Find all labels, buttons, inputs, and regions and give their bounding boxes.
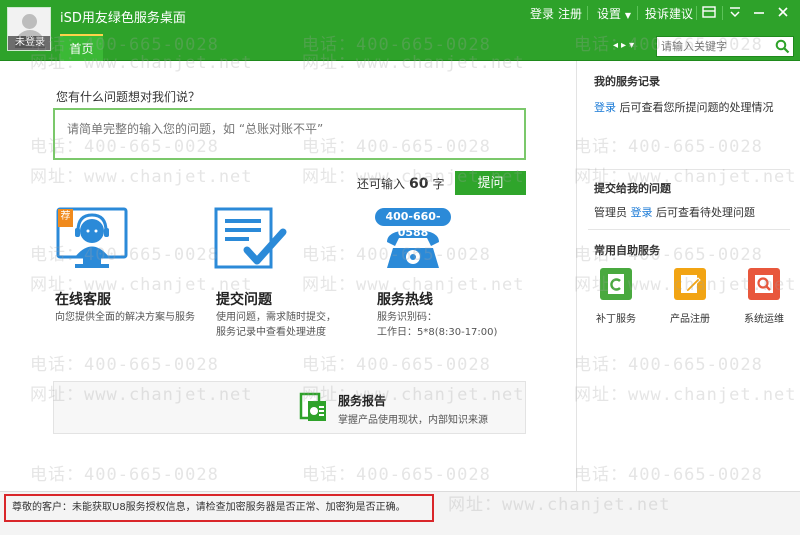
hotline-id-code: 服务识别码： (377, 312, 437, 323)
caret-down-icon: ▼ (624, 11, 631, 20)
service-report-title[interactable]: 服务报告 (338, 392, 386, 409)
register-link[interactable]: 注册 (558, 5, 582, 22)
remaining-prefix: 还可输入 (357, 177, 406, 191)
license-warning-message: 尊敬的客户：未能获取U8服务授权信息，请检查加密服务器是否正常、加密狗是否正确。 (4, 494, 434, 522)
records-login-link[interactable]: 登录 (594, 101, 616, 114)
toolbar-divider (637, 6, 638, 20)
recommend-badge: 荐 (58, 209, 73, 227)
divider (588, 169, 790, 170)
title-bar: 未登录 iSD用友绿色服务桌面 首页 登录 注册 设置 ▼ 投诉建议 ◂▸▾ (0, 0, 800, 61)
tab-home[interactable]: 首页 (60, 34, 103, 61)
document-check-icon[interactable] (213, 206, 288, 271)
my-records-title: 我的服务记录 (594, 75, 660, 88)
online-service-desc: 向您提供全面的解决方案与服务 (55, 312, 195, 323)
patch-service-tile[interactable] (600, 268, 632, 300)
feedback-link[interactable]: 投诉建议 (645, 5, 693, 22)
divider (588, 229, 790, 230)
login-link[interactable]: 登录 (530, 5, 554, 22)
toolbar-divider (587, 6, 588, 20)
avatar-head (22, 14, 37, 29)
close-icon[interactable] (776, 5, 790, 19)
user-avatar[interactable]: 未登录 (7, 7, 51, 51)
menu-icon[interactable] (728, 5, 742, 19)
right-sidebar: 我的服务记录 登录 后可查看您所提问题的处理情况 提交给我的问题 管理员 登录 … (578, 61, 800, 491)
settings-menu[interactable]: 设置 ▼ (597, 5, 631, 22)
toolbar-divider (722, 6, 723, 20)
status-bar: 尊敬的客户：未能获取U8服务授权信息，请检查加密服务器是否正常、加密狗是否正确。 (0, 491, 800, 535)
remaining-count: 60 (409, 176, 429, 192)
hotline-hours: 工作日：5*8(8:30-17:00) (377, 327, 498, 338)
admin-login-link[interactable]: 登录 (631, 206, 653, 219)
question-title: 您有什么问题想对我们说？ (56, 90, 201, 104)
submit-issue-title[interactable]: 提交问题 (216, 289, 272, 309)
product-register-label[interactable]: 产品注册 (660, 310, 720, 325)
online-service-title[interactable]: 在线客服 (55, 289, 111, 309)
settings-label: 设置 (597, 7, 622, 21)
magnifier-icon (755, 275, 773, 293)
service-report-card[interactable]: 服务报告 掌握产品使用现状，内部知识来源 (53, 381, 526, 434)
system-ops-tile[interactable] (748, 268, 780, 300)
submit-issue-desc-1: 使用问题，需求随时提交， (216, 312, 336, 323)
not-logged-in-label[interactable]: 未登录 (8, 36, 50, 50)
search-icon[interactable] (775, 39, 790, 57)
tab-scroll-arrows[interactable]: ◂▸▾ (613, 40, 637, 51)
admin-label: 管理员 (594, 206, 627, 219)
remaining-suffix: 字 (432, 177, 445, 191)
app-title: iSD用友绿色服务桌面 (60, 11, 186, 26)
hotline-number: 400-660-0588 (385, 210, 441, 239)
patch-service-label[interactable]: 补丁服务 (586, 310, 646, 325)
records-hint: 后可查看您所提问题的处理情况 (619, 101, 774, 114)
question-input[interactable] (55, 110, 524, 158)
product-register-tile[interactable] (674, 268, 706, 300)
self-service-title: 常用自助服务 (594, 244, 660, 257)
service-report-desc: 掌握产品使用现状，内部知识来源 (338, 415, 488, 426)
system-ops-label[interactable]: 系统运维 (734, 310, 794, 325)
main-panel: 您有什么问题想对我们说？ 还可输入60字 提问 荐 在线客服 向您提供全面的解决… (0, 61, 577, 491)
ask-button[interactable]: 提问 (455, 171, 526, 195)
submitted-issues-title: 提交给我的问题 (594, 182, 671, 195)
toolbar-divider (696, 6, 697, 20)
remaining-chars: 还可输入 60 字 (357, 175, 445, 192)
submitted-hint: 后可查看待处理问题 (656, 206, 755, 219)
arrow-left-icon[interactable]: ◂ (613, 40, 621, 51)
search-box[interactable] (656, 36, 794, 57)
hotline-title[interactable]: 服务热线 (377, 289, 433, 309)
arrow-right-icon[interactable]: ▸ (621, 40, 629, 51)
question-input-box[interactable] (53, 108, 526, 160)
submitted-issues-text: 管理员 登录 后可查看待处理问题 (594, 204, 755, 220)
submit-issue-desc-2: 服务记录中查看处理进度 (216, 327, 326, 338)
caret-down-icon[interactable]: ▾ (629, 40, 637, 51)
my-records-text: 登录 后可查看您所提问题的处理情况 (594, 99, 774, 115)
search-input[interactable] (661, 39, 773, 54)
patch-icon (608, 274, 624, 294)
minimize-icon[interactable] (752, 5, 766, 19)
report-icon (299, 392, 326, 421)
skin-icon[interactable] (702, 5, 716, 19)
edit-icon (681, 275, 701, 293)
